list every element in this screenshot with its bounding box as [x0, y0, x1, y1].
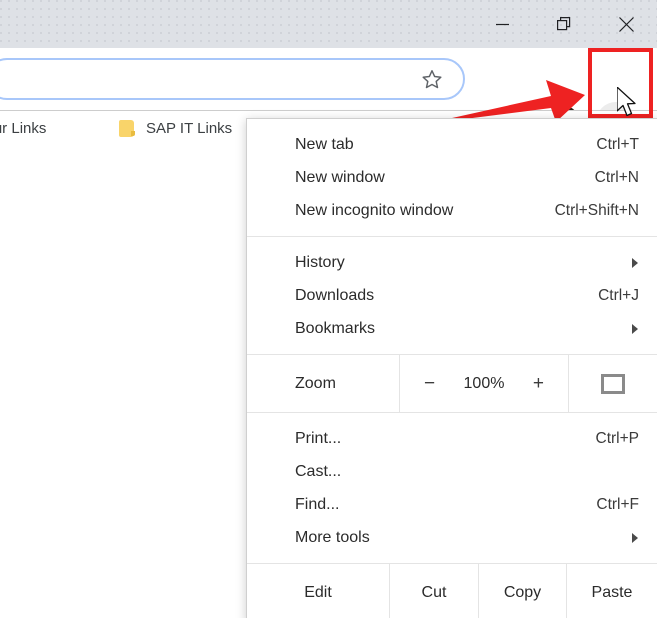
menu-item-shortcut: Ctrl+Shift+N — [554, 201, 639, 219]
menu-item-label: Bookmarks — [295, 319, 376, 337]
menu-item-label: New window — [295, 168, 385, 186]
menu-item-shortcut: Ctrl+N — [594, 168, 639, 186]
menu-item-label: New incognito window — [295, 201, 454, 219]
menu-item-shortcut: Ctrl+T — [596, 135, 639, 153]
zoom-in-button[interactable]: + — [530, 373, 546, 395]
menu-item-label: More tools — [295, 528, 370, 546]
zoom-label: Zoom — [295, 374, 336, 392]
menu-item-label: History — [295, 253, 345, 271]
menu-item-shortcut: Ctrl+P — [595, 429, 640, 447]
restore-icon — [556, 16, 570, 30]
menu-group-browse: History Downloads Ctrl+J Bookmarks — [247, 237, 657, 354]
window-controls — [471, 0, 657, 48]
menu-item-label: Downloads — [295, 286, 375, 304]
browser-window: off ncur Links SAP IT Links — [0, 0, 657, 618]
menu-group-tools: Print... Ctrl+P Cast... Find... Ctrl+F M… — [247, 413, 657, 563]
menu-group-new: New tab Ctrl+T New window Ctrl+N New inc… — [247, 119, 657, 236]
bookmark-label: SAP IT Links — [146, 120, 233, 137]
browser-toolbar: off — [0, 48, 657, 145]
bookmark-star-icon[interactable] — [421, 68, 443, 90]
zoom-level-value: 100% — [463, 374, 505, 392]
restore-button[interactable] — [533, 0, 595, 48]
fullscreen-icon — [601, 373, 625, 394]
menu-item-label: New tab — [295, 135, 354, 153]
edit-paste-button[interactable]: Paste — [566, 564, 657, 618]
menu-edit-row: Edit Cut Copy Paste — [247, 564, 657, 618]
mouse-cursor — [617, 87, 636, 117]
menu-item-downloads[interactable]: Downloads Ctrl+J — [247, 279, 657, 312]
menu-item-more-tools[interactable]: More tools — [247, 521, 657, 554]
bookmark-item-sap-it-links[interactable]: SAP IT Links — [119, 111, 232, 146]
chevron-right-icon — [632, 257, 638, 268]
menu-zoom-row: Zoom − 100% + — [247, 355, 657, 412]
fullscreen-button[interactable] — [569, 355, 657, 412]
menu-item-shortcut: Ctrl+F — [596, 495, 639, 513]
menu-item-history[interactable]: History — [247, 246, 657, 279]
chevron-right-icon — [632, 532, 638, 543]
menu-item-bookmarks[interactable]: Bookmarks — [247, 312, 657, 345]
zoom-out-button[interactable]: − — [422, 373, 438, 395]
minimize-button[interactable] — [471, 0, 533, 48]
menu-item-label: Cast... — [295, 462, 342, 480]
menu-item-new-tab[interactable]: New tab Ctrl+T — [247, 128, 657, 161]
edit-label: Edit — [304, 583, 332, 601]
edit-copy-button[interactable]: Copy — [478, 564, 566, 618]
edit-cut-button[interactable]: Cut — [389, 564, 478, 618]
menu-item-cast[interactable]: Cast... — [247, 455, 657, 488]
close-button[interactable] — [595, 0, 657, 48]
zoom-controls: − 100% + — [399, 355, 569, 412]
bookmark-item-concur-links[interactable]: ncur Links — [0, 111, 46, 146]
folder-icon — [119, 120, 135, 137]
close-icon — [618, 16, 634, 32]
chrome-main-menu: New tab Ctrl+T New window Ctrl+N New inc… — [246, 118, 657, 618]
menu-item-new-window[interactable]: New window Ctrl+N — [247, 161, 657, 194]
address-bar[interactable] — [0, 58, 465, 100]
menu-item-label: Print... — [295, 429, 342, 447]
menu-item-shortcut: Ctrl+J — [598, 286, 639, 304]
minimize-icon — [495, 23, 509, 25]
menu-item-new-incognito-window[interactable]: New incognito window Ctrl+Shift+N — [247, 194, 657, 227]
bookmark-label: ncur Links — [0, 120, 47, 137]
menu-item-find[interactable]: Find... Ctrl+F — [247, 488, 657, 521]
menu-item-print[interactable]: Print... Ctrl+P — [247, 422, 657, 455]
chevron-right-icon — [632, 323, 638, 334]
menu-item-label: Find... — [295, 495, 340, 513]
